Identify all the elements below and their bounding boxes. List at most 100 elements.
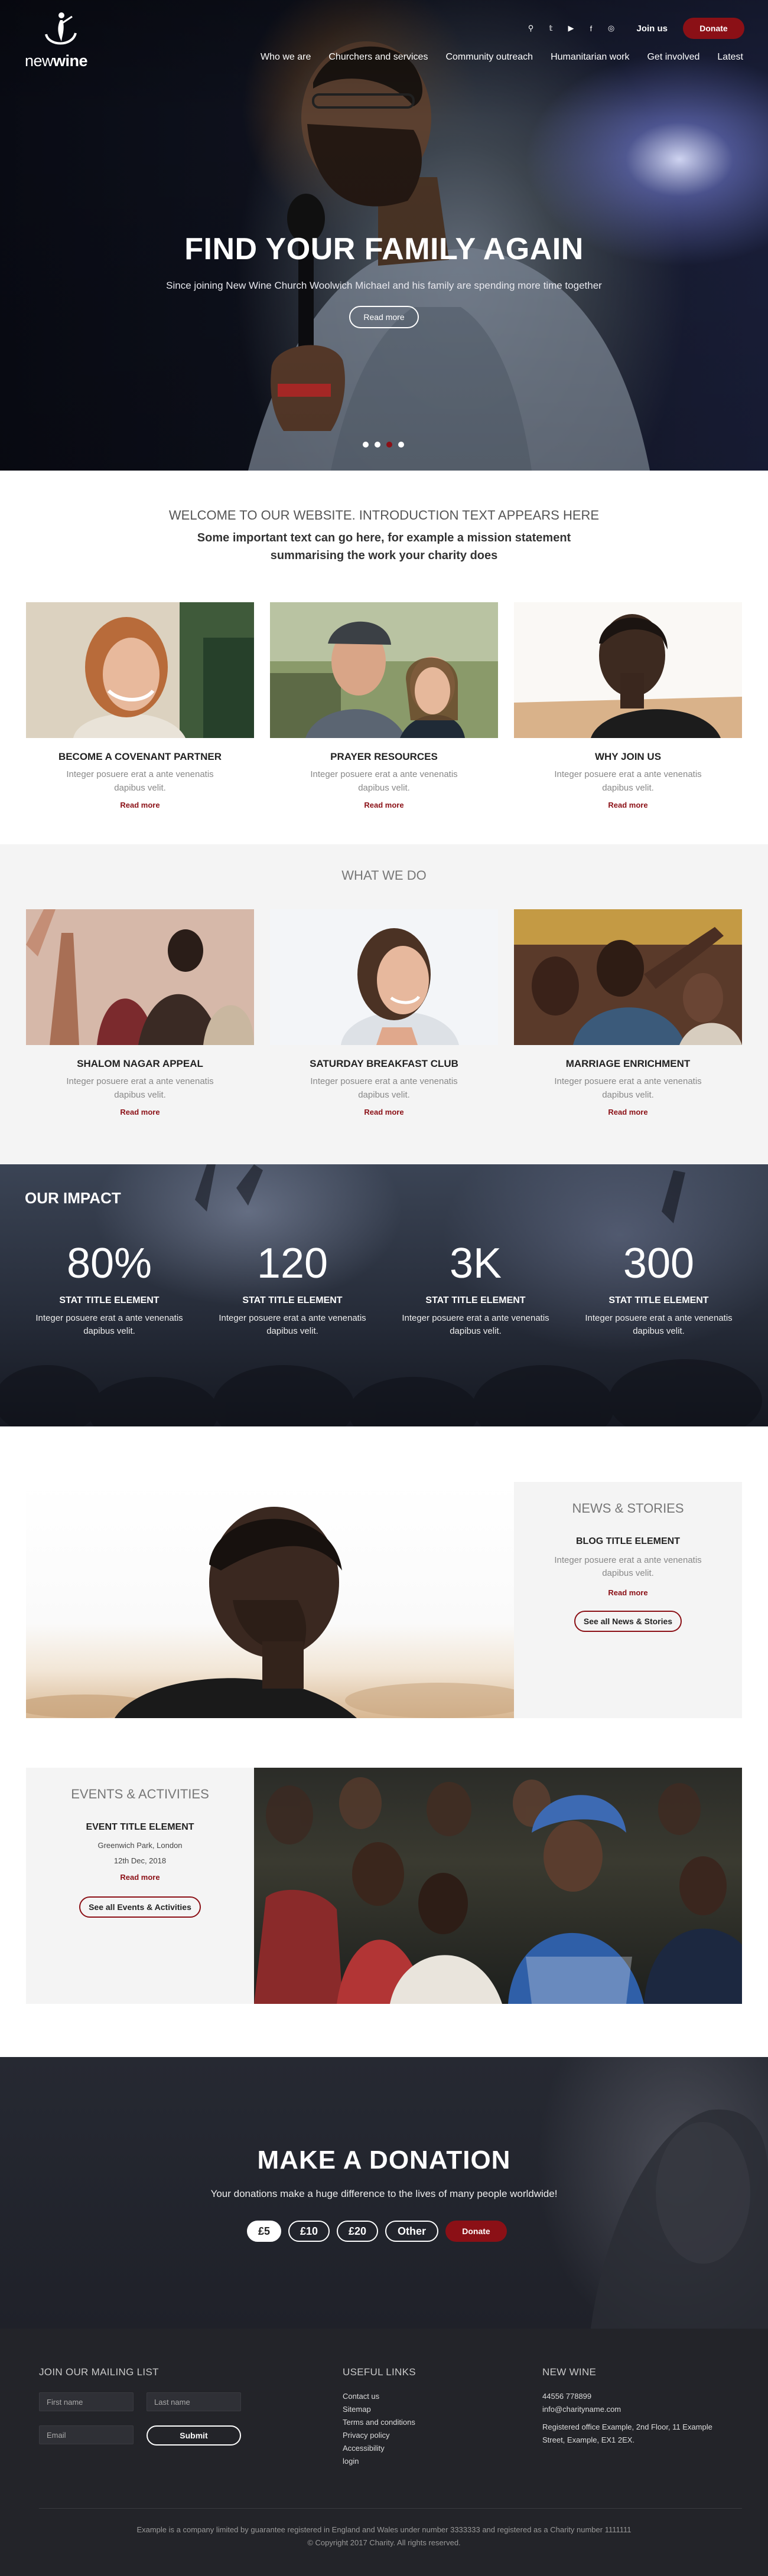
amount-option-selected[interactable]: £5 <box>247 2221 281 2242</box>
site-footer: JOIN OUR MAILING LIST First name Last na… <box>0 2329 768 2576</box>
join-us-link[interactable]: Join us <box>636 24 668 34</box>
charity-registration: Example is a company limited by guarante… <box>136 2525 632 2534</box>
donation-amounts: £5 £10 £20 Other Donate <box>247 2221 507 2242</box>
slider-dot-active[interactable] <box>386 442 392 448</box>
card-description: Integer posuere erat a ante venenatis da… <box>554 1076 702 1100</box>
first-name-field[interactable]: First name <box>39 2392 134 2411</box>
see-all-events-button[interactable]: See all Events & Activities <box>79 1896 201 1918</box>
stat-value: 300 <box>623 1240 695 1287</box>
registered-address: Registered office Example, 2nd Floor, 11… <box>542 2422 712 2444</box>
nav-item-churches[interactable]: Churchers and services <box>328 52 428 63</box>
read-more-link[interactable]: Read more <box>26 1108 254 1116</box>
amount-option-other[interactable]: Other <box>385 2221 438 2242</box>
search-icon[interactable]: ⚲ <box>520 21 541 35</box>
slider-dot[interactable] <box>398 442 404 448</box>
service-card: MARRIAGE ENRICHMENT Integer posuere erat… <box>514 909 742 1116</box>
twitter-icon[interactable]: 𝕥 <box>541 21 561 35</box>
card-image[interactable] <box>270 602 498 738</box>
read-more-link[interactable]: Read more <box>26 801 254 809</box>
hero-read-more-button[interactable]: Read more <box>349 306 419 328</box>
read-more-link[interactable]: Read more <box>514 801 742 809</box>
stat-item: 300 STAT TITLE ELEMENT Integer posuere e… <box>570 1240 747 1338</box>
footer-link-terms[interactable]: Terms and conditions <box>343 2416 415 2429</box>
nav-item-community-outreach[interactable]: Community outreach <box>445 52 533 63</box>
card-title: BECOME A COVENANT PARTNER <box>58 751 222 762</box>
donate-button[interactable]: Donate <box>683 18 744 39</box>
footer-link-contact[interactable]: Contact us <box>343 2390 415 2403</box>
blog-title[interactable]: BLOG TITLE ELEMENT <box>514 1536 742 1547</box>
nav-item-get-involved[interactable]: Get involved <box>647 52 699 63</box>
card-title: SATURDAY BREAKFAST CLUB <box>310 1058 458 1069</box>
stat-description: Integer posuere erat a ante venenatis da… <box>219 1313 366 1336</box>
main-nav: Who we are Churchers and services Commun… <box>261 52 743 63</box>
card-image[interactable] <box>514 909 742 1045</box>
footer-link-accessibility[interactable]: Accessibility <box>343 2442 415 2455</box>
card-image[interactable] <box>514 602 742 738</box>
event-location: Greenwich Park, London <box>97 1841 183 1850</box>
blog-description: Integer posuere erat a ante venenatis da… <box>554 1555 702 1578</box>
donation-section: MAKE A DONATION Your donations make a hu… <box>0 2057 768 2329</box>
submit-button[interactable]: Submit <box>147 2425 241 2446</box>
read-more-link[interactable]: Read more <box>270 801 498 809</box>
stat-title: STAT TITLE ELEMENT <box>608 1295 709 1305</box>
footer-link-privacy[interactable]: Privacy policy <box>343 2429 415 2442</box>
intro-card: BECOME A COVENANT PARTNER Integer posuer… <box>26 602 254 809</box>
site-logo[interactable]: newwine <box>25 11 96 70</box>
mailing-list-heading: JOIN OUR MAILING LIST <box>39 2366 159 2378</box>
nav-item-latest[interactable]: Latest <box>717 52 743 63</box>
nav-item-humanitarian-work[interactable]: Humanitarian work <box>551 52 629 63</box>
card-description: Integer posuere erat a ante venenatis da… <box>554 769 702 793</box>
slider-dot[interactable] <box>375 442 380 448</box>
stat-title: STAT TITLE ELEMENT <box>425 1295 526 1305</box>
youtube-icon[interactable]: ▶ <box>561 21 581 35</box>
card-description: Integer posuere erat a ante venenatis da… <box>66 769 214 793</box>
instagram-icon[interactable]: ◎ <box>601 21 621 35</box>
donate-submit-button[interactable]: Donate <box>445 2221 507 2242</box>
amount-option[interactable]: £20 <box>337 2221 378 2242</box>
read-more-link[interactable]: Read more <box>514 1588 742 1597</box>
slider-dots <box>363 442 404 448</box>
card-title: MARRIAGE ENRICHMENT <box>565 1058 691 1069</box>
event-date: 12th Dec, 2018 <box>113 1856 167 1865</box>
footer-link-login[interactable]: login <box>343 2455 415 2468</box>
logo-wordmark: newwine <box>25 52 88 70</box>
footer-link-sitemap[interactable]: Sitemap <box>343 2403 415 2416</box>
card-image[interactable] <box>26 909 254 1045</box>
welcome-heading: WELCOME TO OUR WEBSITE. INTRODUCTION TEX… <box>168 508 600 523</box>
facebook-icon[interactable]: f <box>581 21 601 35</box>
useful-links-heading: USEFUL LINKS <box>343 2366 416 2378</box>
donation-text: Your donations make a huge difference to… <box>210 2188 558 2199</box>
slider-dot[interactable] <box>363 442 369 448</box>
legal-text: Example is a company limited by guarante… <box>0 2523 768 2549</box>
footer-divider <box>39 2508 742 2509</box>
intro-card: PRAYER RESOURCES Integer posuere erat a … <box>270 602 498 809</box>
section-heading: WHAT WE DO <box>341 868 427 883</box>
contact-phone[interactable]: 44556 778899 <box>542 2390 720 2403</box>
amount-option[interactable]: £10 <box>288 2221 330 2242</box>
card-image[interactable] <box>26 602 254 738</box>
event-title[interactable]: EVENT TITLE ELEMENT <box>26 1822 254 1833</box>
see-all-news-button[interactable]: See all News & Stories <box>574 1611 682 1632</box>
events-heading: EVENTS & ACTIVITIES <box>71 1787 209 1801</box>
contact-email[interactable]: info@charityname.com <box>542 2403 720 2416</box>
nav-item-who-we-are[interactable]: Who we are <box>261 52 311 63</box>
card-description: Integer posuere erat a ante venenatis da… <box>310 1076 458 1100</box>
card-title: PRAYER RESOURCES <box>330 751 438 762</box>
read-more-link[interactable]: Read more <box>514 1108 742 1116</box>
useful-links-list: Contact us Sitemap Terms and conditions … <box>343 2390 415 2468</box>
stat-item: 3K STAT TITLE ELEMENT Integer posuere er… <box>387 1240 564 1338</box>
contact-details: 44556 778899 info@charityname.com Regist… <box>542 2390 720 2447</box>
card-title: WHY JOIN US <box>594 751 662 762</box>
events-image[interactable] <box>254 1768 742 2004</box>
read-more-link[interactable]: Read more <box>270 1108 498 1116</box>
card-image[interactable] <box>270 909 498 1045</box>
email-field[interactable]: Email <box>39 2425 134 2444</box>
news-heading: NEWS & STORIES <box>572 1501 684 1516</box>
service-card: SATURDAY BREAKFAST CLUB Integer posuere … <box>270 909 498 1116</box>
stat-value: 3K <box>449 1240 502 1287</box>
last-name-field[interactable]: Last name <box>147 2392 241 2411</box>
hero-section: newwine ⚲ 𝕥 ▶ f ◎ Join us Donate Who we … <box>0 0 768 471</box>
news-image[interactable] <box>26 1482 514 1718</box>
hero-title: FIND YOUR FAMILY AGAIN <box>184 232 584 266</box>
read-more-link[interactable]: Read more <box>26 1873 254 1882</box>
